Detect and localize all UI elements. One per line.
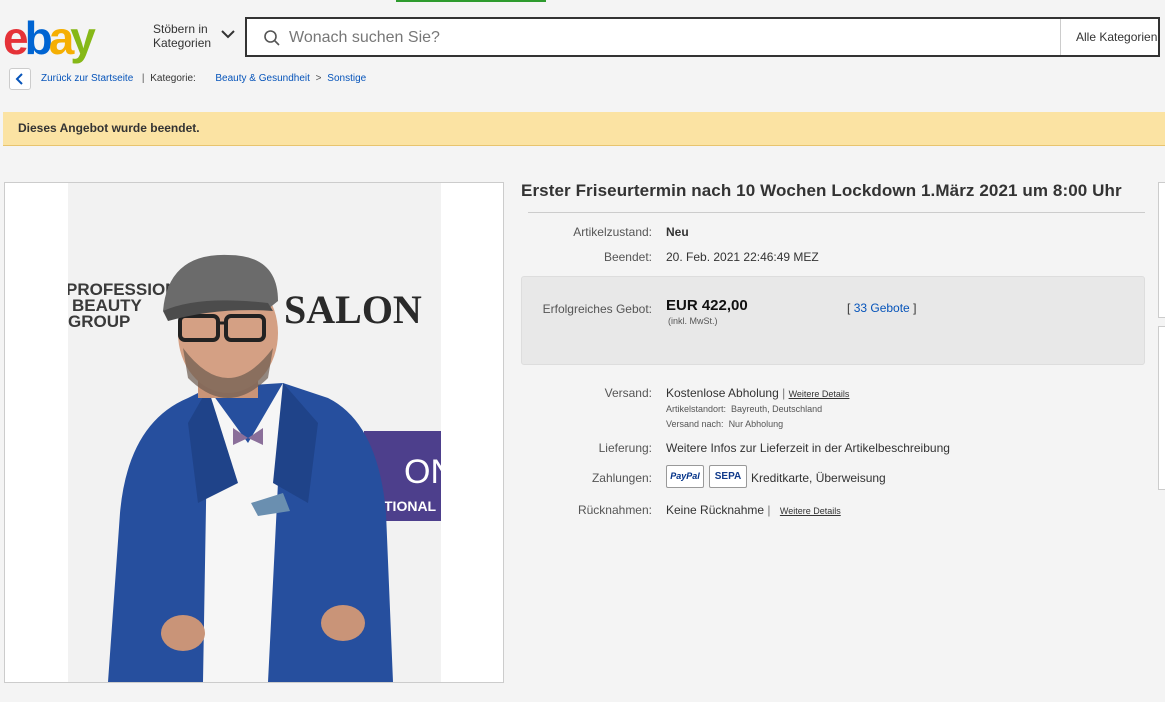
- item-location: Artikelstandort: Bayreuth, Deutschland: [666, 404, 823, 414]
- condition-label: Artikelzustand:: [573, 225, 652, 239]
- search-input[interactable]: [287, 19, 1051, 57]
- ended-label: Beendet:: [603, 250, 652, 264]
- side-panel-edge-bottom: [1158, 326, 1165, 490]
- back-button[interactable]: [9, 68, 31, 90]
- ended-value: 20. Feb. 2021 22:46:49 MEZ: [666, 250, 819, 264]
- backdrop-text-salon: SALON: [284, 287, 422, 332]
- paypal-icon: PayPal: [666, 465, 704, 488]
- delivery-value: Weitere Infos zur Lieferzeit in der Arti…: [666, 441, 950, 455]
- shipping-details-link[interactable]: Weitere Details: [789, 389, 850, 399]
- item-title: Erster Friseurtermin nach 10 Wochen Lock…: [521, 181, 1122, 200]
- search-bar: Alle Kategorien: [245, 17, 1160, 57]
- delivery-label: Lieferung:: [598, 441, 652, 455]
- backdrop-text-group: GROUP: [68, 312, 130, 331]
- condition-value: Neu: [666, 225, 689, 239]
- side-panel-edge-top: [1158, 182, 1165, 318]
- shipping-row: Kostenlose Abholung | Weitere Details: [666, 386, 850, 400]
- category-label: Kategorie:: [150, 73, 196, 84]
- svg-text:ebay: ebay: [3, 12, 96, 64]
- back-to-home-link[interactable]: Zurück zur Startseite: [41, 73, 133, 84]
- bid-count: [ 33 Gebote ]: [847, 301, 917, 315]
- item-photo[interactable]: PROFESSIONAL BEAUTY GROUP SALON ON TIONA…: [68, 183, 441, 682]
- backdrop-text-tional: TIONAL: [384, 498, 437, 514]
- title-divider: [528, 212, 1145, 213]
- browse-line1: Stöbern in: [153, 22, 208, 36]
- vat-note: (inkl. MwSt.): [668, 316, 718, 326]
- payment-label: Zahlungen:: [591, 471, 652, 485]
- breadcrumb-separator: >: [315, 73, 322, 84]
- browse-line2: Kategorien: [153, 36, 212, 50]
- returns-details-link[interactable]: Weitere Details: [780, 506, 841, 516]
- ship-to: Versand nach: Nur Abholung: [666, 419, 784, 429]
- chevron-left-icon: [15, 73, 23, 85]
- returns-row: Keine Rücknahme | Weitere Details: [666, 503, 841, 517]
- item-image-panel[interactable]: PROFESSIONAL BEAUTY GROUP SALON ON TIONA…: [4, 182, 504, 683]
- bid-history-link[interactable]: 33 Gebote: [854, 301, 910, 315]
- backdrop-text-on: ON: [404, 453, 441, 491]
- winning-bid-label: Erfolgreiches Gebot:: [542, 302, 652, 316]
- category-select[interactable]: Alle Kategorien: [1060, 19, 1158, 55]
- shipping-label: Versand:: [604, 386, 652, 400]
- winning-bid-price: EUR 422,00: [666, 297, 748, 314]
- ebay-logo[interactable]: ebay: [3, 10, 121, 66]
- payment-value: Kreditkarte, Überweisung: [751, 471, 886, 485]
- listing-ended-banner: Dieses Angebot wurde beendet.: [3, 112, 1165, 146]
- shipping-value: Kostenlose Abholung: [666, 386, 779, 400]
- returns-value: Keine Rücknahme: [666, 503, 765, 517]
- browse-categories-button[interactable]: Stöbern in Kategorien: [153, 22, 211, 50]
- breadcrumb: Zurück zur Startseite | Kategorie: Beaut…: [41, 73, 367, 84]
- search-icon: [264, 30, 280, 46]
- returns-label: Rücknahmen:: [577, 503, 652, 517]
- chevron-down-icon[interactable]: [220, 26, 236, 42]
- winning-bid-box: [521, 276, 1145, 365]
- breadcrumb-item-sonstige[interactable]: Sonstige: [327, 73, 366, 84]
- breadcrumb-item-beauty[interactable]: Beauty & Gesundheit: [215, 73, 310, 84]
- sepa-icon: SEPA: [709, 465, 747, 488]
- top-progress-accent: [396, 0, 546, 2]
